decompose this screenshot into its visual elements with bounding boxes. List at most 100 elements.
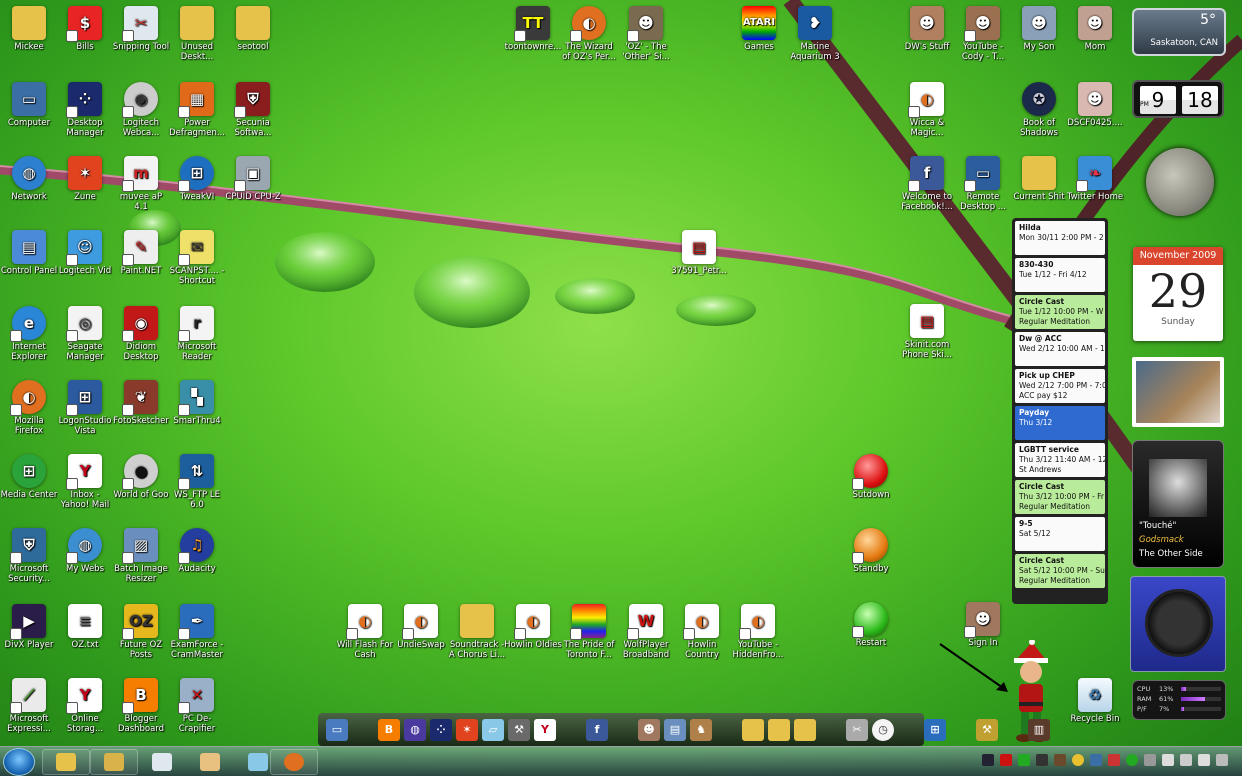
batch-image-resizer-icon[interactable]: ▨ Batch Image Resizer: [112, 528, 170, 584]
volume-icon[interactable]: [1198, 754, 1210, 766]
dock-app-icon[interactable]: ♞: [690, 718, 712, 741]
cpu-meter-gadget[interactable]: CPU 13% RAM 61% P/F 7%: [1132, 680, 1226, 720]
my-webs-icon[interactable]: ◍ My Webs: [56, 528, 114, 574]
computer-icon[interactable]: ▭ Computer: [0, 82, 58, 128]
dock-tools-icon[interactable]: ⚒: [508, 718, 530, 741]
tray-app-icon[interactable]: [1000, 754, 1012, 766]
dock-blogger-icon[interactable]: B: [378, 718, 400, 741]
book-of-shadows-icon[interactable]: ✪ Book of Shadows: [1010, 82, 1068, 138]
slideshow-gadget[interactable]: [1132, 357, 1224, 427]
current-shit-folder-icon[interactable]: Current Shit: [1010, 156, 1068, 202]
dock-yahoo-icon[interactable]: Y: [534, 718, 556, 741]
taskbar-snipping-button[interactable]: [138, 749, 186, 775]
paint-net-icon[interactable]: ✎ Paint.NET: [112, 230, 170, 276]
taskbar-folder-button[interactable]: [90, 749, 138, 775]
unused-desktop-folder-icon[interactable]: Unused Deskt...: [168, 6, 226, 62]
yahoo-mail-icon[interactable]: Y Inbox - Yahoo! Mail: [56, 454, 114, 510]
dock-folder-icon[interactable]: [742, 718, 764, 741]
dock-folder-icon[interactable]: [768, 718, 790, 741]
weather-gadget[interactable]: 5° Saskatoon, CAN: [1132, 8, 1226, 56]
divx-player-icon[interactable]: ▶ DivX Player: [0, 604, 58, 650]
media-center-icon[interactable]: ⊞ Media Center: [0, 454, 58, 500]
dock-photo-icon[interactable]: ☻: [638, 718, 660, 741]
tray-app-icon[interactable]: [1108, 754, 1120, 766]
secunia-icon[interactable]: ⛨ Secunia Softwa...: [224, 82, 282, 138]
orb-gadget[interactable]: [1130, 576, 1226, 672]
standby-button[interactable]: Standby: [842, 528, 900, 574]
desktop-manager-icon[interactable]: ⁘ Desktop Manager: [56, 82, 114, 138]
blogger-dashboard-icon[interactable]: B Blogger Dashboard: [112, 678, 170, 734]
youtube-cody-icon[interactable]: ☻ YouTube - Cody - T...: [954, 6, 1012, 62]
calendar-events-gadget[interactable]: Hilda Mon 30/11 2:00 PM - 2 830-430 Tue 1/1…: [1012, 218, 1108, 604]
calendar-event[interactable]: Circle Cast Sat 5/12 10:00 PM - Su Regular…: [1015, 554, 1105, 588]
power-defragmenter-icon[interactable]: ▦ Power Defragmen...: [168, 82, 226, 138]
remote-desktop-icon[interactable]: ▭ Remote Desktop ...: [954, 156, 1012, 212]
dock-document-icon[interactable]: ▤: [664, 718, 686, 741]
power-tray-icon[interactable]: [1216, 754, 1228, 766]
microsoft-expression-icon[interactable]: ⟋ Microsoft Expressi...: [0, 678, 58, 734]
youtube-hidden-icon[interactable]: ◐ YouTube - HiddenFro...: [729, 604, 787, 660]
soundtrack-chorus-line-icon[interactable]: Soundtrack - A Chorus Li...: [448, 604, 506, 660]
oz-txt-icon[interactable]: ≡ OZ.txt: [56, 604, 114, 650]
my-son-icon[interactable]: ☻ My Son: [1010, 6, 1068, 52]
yahoo-online-storage-icon[interactable]: Y Online Storag...: [56, 678, 114, 734]
dscf-photo-icon[interactable]: ☻ DSCF0425....: [1066, 82, 1124, 128]
tray-app-icon[interactable]: [1036, 754, 1048, 766]
network-tray-icon[interactable]: [1180, 754, 1192, 766]
wizard-of-oz-icon[interactable]: ◐ The Wizard of OZ's Per...: [560, 6, 618, 62]
microsoft-reader-icon[interactable]: r Microsoft Reader: [168, 306, 226, 362]
calendar-event[interactable]: Payday Thu 3/12: [1015, 406, 1105, 440]
mickee-folder-icon[interactable]: Mickee: [0, 6, 58, 52]
tray-app-icon[interactable]: [1126, 754, 1138, 766]
tray-app-icon[interactable]: [1054, 754, 1066, 766]
facebook-icon[interactable]: f Welcome to Facebook!...: [898, 156, 956, 212]
dock-window-icon[interactable]: ▱: [482, 718, 504, 741]
restart-button[interactable]: Restart: [842, 602, 900, 648]
dock-zune-icon[interactable]: ✶: [456, 718, 478, 741]
calendar-event[interactable]: Hilda Mon 30/11 2:00 PM - 2: [1015, 221, 1105, 255]
howlin-country-icon[interactable]: ◐ Howlin Country: [673, 604, 731, 660]
future-oz-posts-icon[interactable]: OZ Future OZ Posts: [112, 604, 170, 660]
marine-aquarium-icon[interactable]: ❥ Marine Aquarium 3: [786, 6, 844, 62]
calendar-gadget[interactable]: November 2009 29 Sunday: [1133, 247, 1223, 341]
smarthru-icon[interactable]: ▚ SmarThru4: [168, 380, 226, 426]
mom-icon[interactable]: ☻ Mom: [1066, 6, 1124, 52]
tray-app-icon[interactable]: [1144, 754, 1156, 766]
calendar-event[interactable]: 9-5 Sat 5/12: [1015, 517, 1105, 551]
toontown-review-icon[interactable]: TT toontownre...: [504, 6, 562, 52]
media-player-gadget[interactable]: "Touché" Godsmack The Other Side: [1132, 440, 1224, 568]
tray-app-icon[interactable]: [982, 754, 994, 766]
flag-icon[interactable]: [1162, 754, 1174, 766]
skinit-icon[interactable]: ▤ Skinit.com Phone Ski...: [898, 304, 956, 360]
dock-clock-icon[interactable]: ◷: [872, 718, 894, 741]
mozilla-firefox-icon[interactable]: ◐ Mozilla Firefox: [0, 380, 58, 436]
dock-folder-icon[interactable]: [794, 718, 816, 741]
seotool-folder-icon[interactable]: seotool: [224, 6, 282, 52]
seagate-manager-icon[interactable]: ◎ Seagate Manager: [56, 306, 114, 362]
calendar-event[interactable]: Circle Cast Thu 3/12 10:00 PM - Fr Regular…: [1015, 480, 1105, 514]
pdf-document-icon[interactable]: ▤ 37591_Petr...: [670, 230, 728, 276]
moon-phase-gadget[interactable]: [1146, 148, 1214, 216]
taskbar-explorer-button[interactable]: [42, 749, 90, 775]
bills-icon[interactable]: $ Bills: [56, 6, 114, 52]
scanpst-shortcut-icon[interactable]: ✉ SCANPST.... - Shortcut: [168, 230, 226, 286]
calendar-event[interactable]: LGBTT service Thu 3/12 11:40 AM - 12 St An…: [1015, 443, 1105, 477]
undieswap-icon[interactable]: ◐ UndieSwap: [392, 604, 450, 650]
dock-blackberry-icon[interactable]: ⁘: [430, 718, 452, 741]
internet-explorer-icon[interactable]: e Internet Explorer: [0, 306, 58, 362]
logitech-vid-icon[interactable]: ☺ Logitech Vid: [56, 230, 114, 276]
flip-clock-gadget[interactable]: PM 9 18: [1132, 80, 1224, 118]
calendar-event[interactable]: 830-430 Tue 1/12 - Fri 4/12: [1015, 258, 1105, 292]
start-button[interactable]: [3, 748, 35, 776]
zune-icon[interactable]: ✶ Zune: [56, 156, 114, 202]
dock-scissors-icon[interactable]: ✂: [846, 718, 868, 741]
cpu-z-icon[interactable]: ▣ CPUID CPU-Z: [224, 156, 282, 202]
tray-app-icon[interactable]: [1090, 754, 1102, 766]
snipping-tool-icon[interactable]: ✂ Snipping Tool: [112, 6, 170, 52]
didiom-desktop-icon[interactable]: ◉ Didiom Desktop: [112, 306, 170, 362]
twitter-home-icon[interactable]: ❧ Twitter Home: [1066, 156, 1124, 202]
audacity-icon[interactable]: ♫ Audacity: [168, 528, 226, 574]
howlin-oldies-icon[interactable]: ◐ Howlin Oldies: [504, 604, 562, 650]
microsoft-security-icon[interactable]: ⛨ Microsoft Security...: [0, 528, 58, 584]
logonstudio-icon[interactable]: ⊞ LogonStudio Vista: [56, 380, 114, 436]
